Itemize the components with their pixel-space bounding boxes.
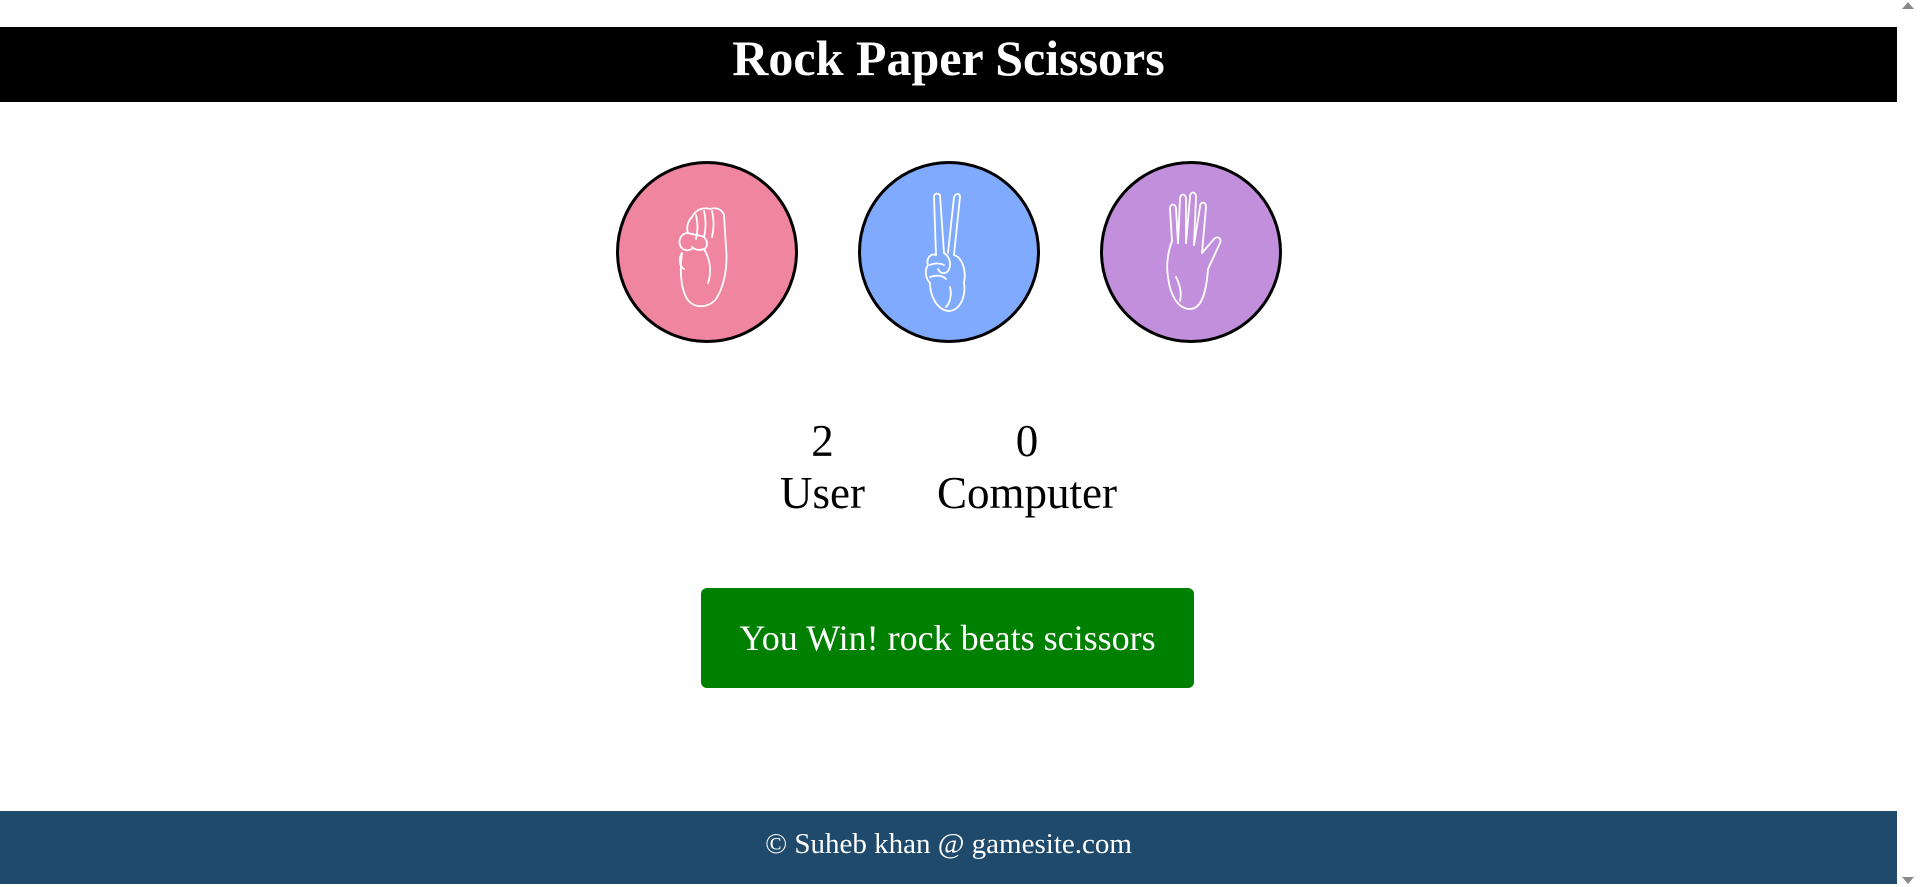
user-score: 2 xyxy=(811,416,834,466)
rock-fist-icon xyxy=(678,207,727,308)
computer-score-block: 0 Computer xyxy=(937,415,1117,519)
computer-score: 0 xyxy=(1015,416,1039,466)
scoreboard: 2 User 0 Computer xyxy=(0,415,1897,519)
paper-hand-icon xyxy=(1165,191,1221,310)
vertical-scrollbar[interactable] xyxy=(1897,0,1920,887)
scissors-button[interactable] xyxy=(857,161,1040,343)
page-title: Rock Paper Scissors xyxy=(0,27,1897,102)
user-label: User xyxy=(780,468,865,518)
user-score-block: 2 User xyxy=(780,415,865,519)
scroll-up-icon[interactable] xyxy=(1902,2,1914,9)
page: Rock Paper Scissors 2 User 0 Computer Yo… xyxy=(0,0,1897,887)
scissors-hand-icon xyxy=(924,192,966,312)
scroll-down-icon[interactable] xyxy=(1902,877,1914,884)
footer: © Suheb khan @ gamesite.com xyxy=(0,811,1897,884)
rock-button[interactable] xyxy=(615,161,798,343)
result-area: You Win! rock beats scissors xyxy=(0,588,1897,688)
paper-button[interactable] xyxy=(1099,161,1282,343)
result-message: You Win! rock beats scissors xyxy=(701,588,1194,688)
choices-row xyxy=(0,161,1897,343)
computer-label: Computer xyxy=(936,468,1117,518)
